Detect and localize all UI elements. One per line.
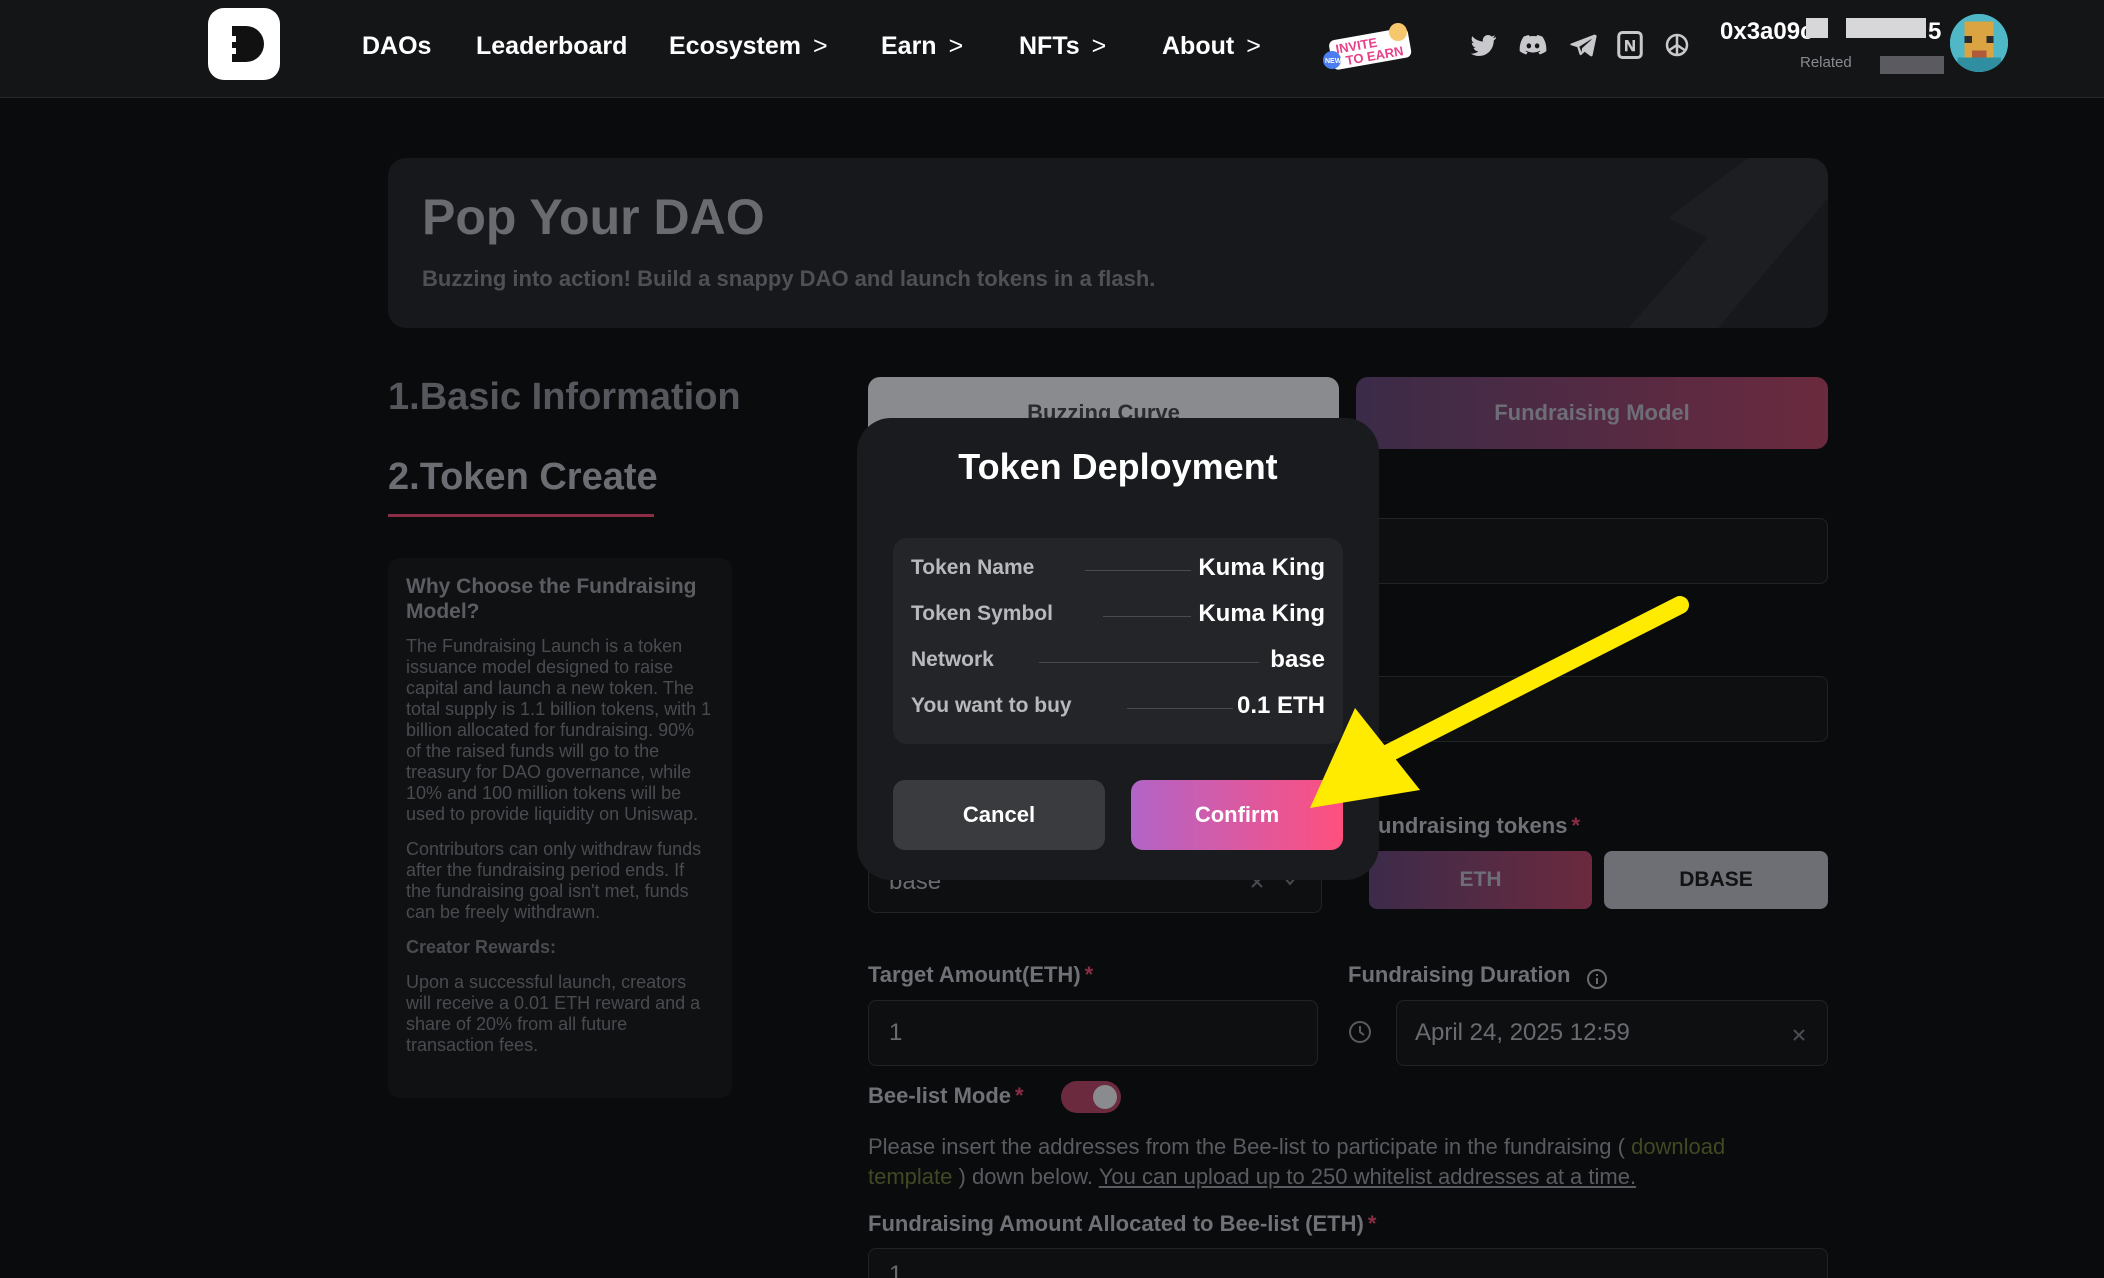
confirm-button[interactable]: Confirm [1131, 780, 1343, 850]
allocated-amount-value: 1 [889, 1261, 903, 1278]
beelist-mode-label: Bee-list Mode * [868, 1083, 1024, 1108]
step-basic-information[interactable]: 1.Basic Information [388, 376, 741, 419]
beelist-mode-toggle[interactable] [1061, 1081, 1121, 1113]
nav-leaderboard[interactable]: Leaderboard [476, 32, 627, 61]
summary-row-token-name: Token Name Kuma King [911, 554, 1325, 584]
clear-icon[interactable] [1791, 1027, 1807, 1043]
logo-icon [226, 26, 264, 62]
token-name-input[interactable] [1370, 518, 1828, 584]
chevron-right-icon: > [813, 32, 828, 60]
token-option-dbase[interactable]: DBASE [1604, 851, 1828, 909]
divider [1103, 616, 1191, 617]
summary-value: base [1270, 646, 1325, 673]
fundraising-duration-picker[interactable]: April 24, 2025 12:59 [1396, 1000, 1828, 1066]
creator-rewards-heading: Creator Rewards: [406, 937, 557, 957]
summary-label: Network [911, 648, 994, 671]
cancel-button[interactable]: Cancel [893, 780, 1105, 850]
redaction-block [1880, 56, 1944, 74]
invite-to-earn-badge[interactable]: INVITE TO EARN NEW [1322, 20, 1416, 76]
toggle-knob [1093, 1085, 1117, 1109]
wallet-address[interactable]: 0x3a09c [1720, 18, 1813, 46]
target-amount-value: 1 [889, 1019, 903, 1046]
redaction-block [1806, 18, 1828, 38]
summary-row-network: Network base [911, 646, 1325, 676]
clock-icon [1349, 1021, 1371, 1043]
chevron-right-icon: > [948, 32, 964, 60]
wallet-address-suffix: 5 [1928, 18, 1942, 45]
info-paragraph: Contributors can only withdraw funds aft… [406, 839, 702, 922]
lightning-bolt-icon [1628, 158, 1828, 328]
fundraising-duration-value: April 24, 2025 12:59 [1415, 1019, 1630, 1046]
summary-value: 0.1 ETH [1236, 692, 1325, 719]
token-symbol-input[interactable] [1370, 676, 1828, 742]
deployment-summary: Token Name Kuma King Token Symbol Kuma K… [893, 538, 1343, 744]
notion-icon[interactable] [1615, 30, 1645, 60]
nav-daos[interactable]: DAOs [362, 32, 431, 61]
info-paragraph: The Fundraising Launch is a token issuan… [406, 636, 712, 824]
hero-banner: Pop Your DAO Buzzing into action! Build … [388, 158, 1828, 328]
info-paragraph: Upon a successful launch, creators will … [406, 972, 701, 1055]
nav-ecosystem[interactable]: Ecosystem > [669, 32, 828, 61]
beelist-hint: Please insert the addresses from the Bee… [868, 1134, 1726, 1189]
divider [1127, 708, 1233, 709]
nav-nfts[interactable]: NFTs > [1019, 32, 1106, 61]
step-token-create[interactable]: 2.Token Create [388, 456, 658, 499]
telegram-icon[interactable] [1568, 30, 1598, 60]
fundraising-duration-label: Fundraising Duration [1348, 962, 1571, 987]
upload-limit-note: You can upload up to 250 whitelist addre… [1098, 1164, 1637, 1189]
allocated-amount-label: Fundraising Amount Allocated to Bee-list… [868, 1211, 1377, 1236]
fundraising-tokens-label: undraising tokens * [1378, 813, 1581, 838]
twitter-icon[interactable] [1468, 30, 1498, 60]
chevron-right-icon: > [1091, 32, 1107, 60]
target-amount-input[interactable]: 1 [868, 1000, 1318, 1066]
info-heading: Why Choose the Fundraising Model? [406, 575, 697, 623]
chatgpt-icon[interactable] [1662, 30, 1692, 60]
page-title: Pop Your DAO [422, 189, 765, 245]
modal-title: Token Deployment [958, 446, 1278, 487]
summary-value: Kuma King [1198, 554, 1325, 581]
summary-label: Token Symbol [911, 602, 1053, 625]
discord-icon[interactable] [1518, 30, 1548, 60]
summary-row-buy-amount: You want to buy 0.1 ETH [911, 692, 1325, 722]
nav-about[interactable]: About > [1162, 32, 1261, 61]
allocated-amount-input[interactable]: 1 [868, 1248, 1828, 1278]
invite-new-tag: NEW [1325, 58, 1342, 65]
page-subtitle: Buzzing into action! Build a snappy DAO … [422, 266, 1156, 291]
wallet-sub-label: Related [1800, 54, 1852, 71]
divider [1039, 662, 1259, 663]
tab-fundraising-model[interactable]: Fundraising Model [1356, 377, 1828, 449]
dao-logo[interactable] [208, 8, 280, 80]
active-step-underline [388, 514, 654, 517]
chevron-right-icon: > [1246, 32, 1261, 60]
summary-row-token-symbol: Token Symbol Kuma King [911, 600, 1325, 630]
summary-label: Token Name [911, 556, 1035, 579]
top-nav: DAOs Leaderboard Ecosystem > Earn > NFTs > … [0, 0, 2104, 98]
fundraising-info-card: Why Choose the Fundraising Model? The Fu… [388, 558, 732, 1098]
avatar[interactable] [1950, 14, 2008, 72]
token-option-eth[interactable]: ETH [1369, 851, 1592, 909]
token-deployment-modal: Token Deployment Token Name Kuma King To… [857, 418, 1379, 880]
redaction-block [1846, 18, 1926, 38]
summary-label: You want to buy [911, 694, 1072, 717]
summary-value: Kuma King [1198, 600, 1325, 627]
divider [1085, 570, 1191, 571]
info-icon[interactable] [1586, 968, 1608, 990]
nav-earn[interactable]: Earn > [881, 32, 963, 61]
target-amount-label: Target Amount(ETH) * [868, 962, 1094, 987]
